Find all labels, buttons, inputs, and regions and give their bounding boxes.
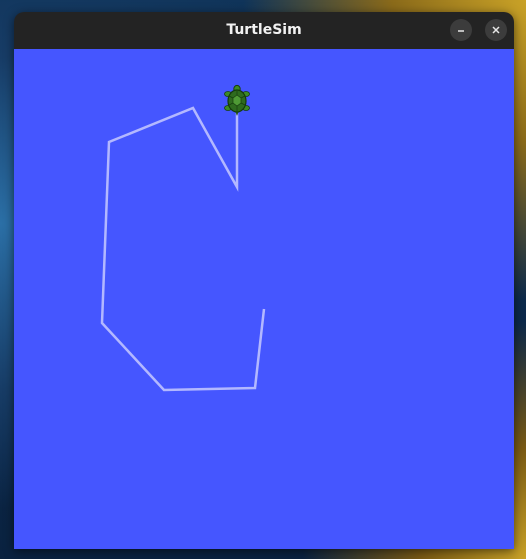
close-button[interactable] [485,19,507,41]
minimize-icon [458,30,464,32]
minimize-button[interactable] [450,19,472,41]
turtlesim-window: TurtleSim [14,12,514,549]
turtle-icon [224,84,250,116]
drawing-surface [100,84,266,392]
turtle-canvas [14,49,514,549]
window-title: TurtleSim [226,22,302,38]
pen-trail [100,106,266,392]
titlebar[interactable]: TurtleSim [14,12,514,50]
close-icon [492,26,500,34]
